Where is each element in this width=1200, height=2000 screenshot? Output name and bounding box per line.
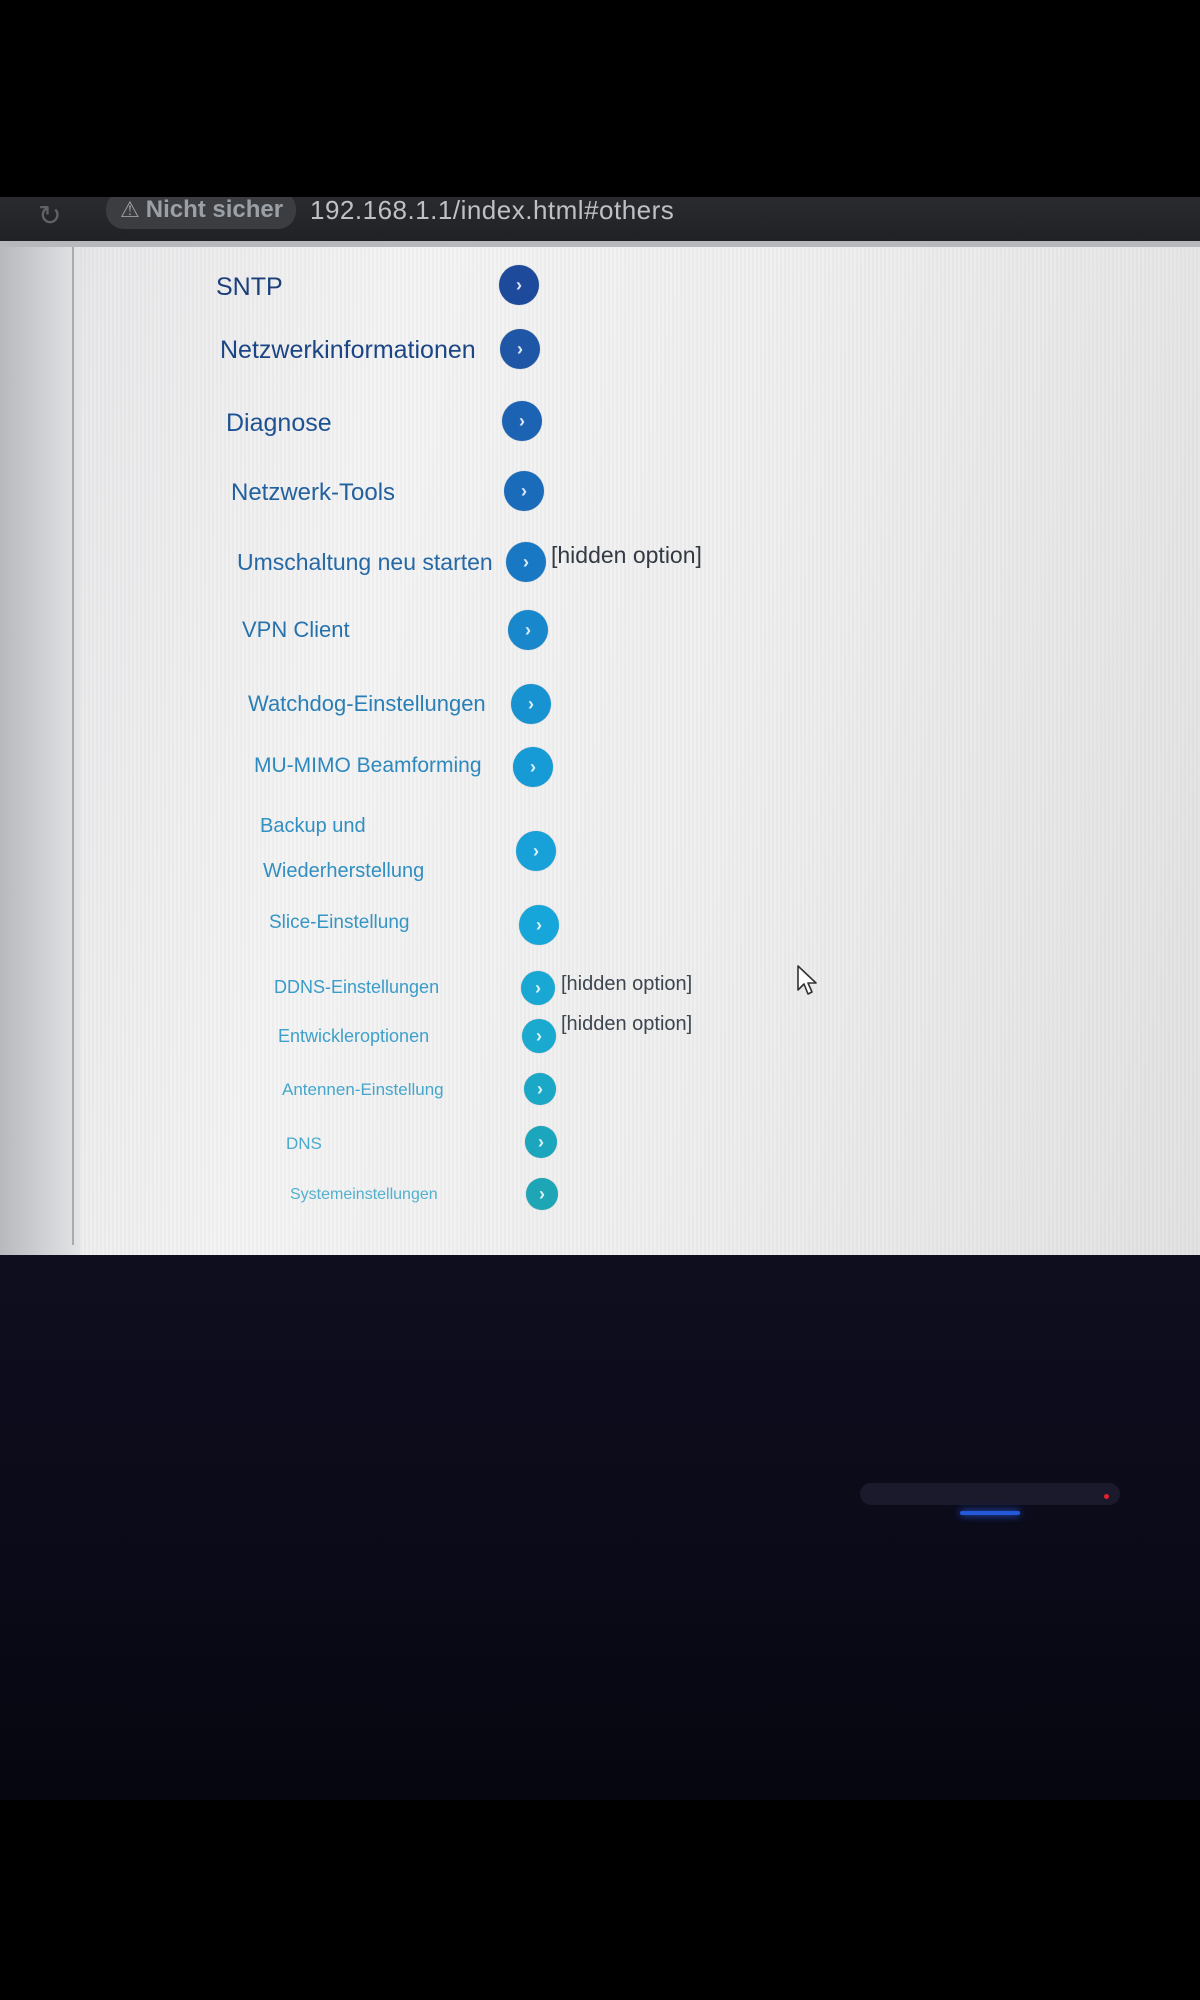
laptop-screen: ↻ ⚠ Nicht sicher 192.168.1.1/index.html#… bbox=[0, 197, 1200, 1255]
menu-item-vpn-client-button[interactable]: › bbox=[508, 610, 548, 650]
menu-item-sntp-label[interactable]: SNTP bbox=[216, 273, 283, 302]
menu-item-watchdog-label[interactable]: Watchdog-Einstellungen bbox=[248, 691, 486, 717]
chevron-right-icon: › bbox=[521, 480, 527, 501]
menu-item-umschaltung-label[interactable]: Umschaltung neu starten bbox=[237, 549, 493, 576]
chevron-right-icon: › bbox=[530, 756, 536, 777]
status-led-strip bbox=[860, 1483, 1120, 1505]
menu-item-slice-label[interactable]: Slice-Einstellung bbox=[269, 912, 409, 934]
chevron-right-icon: › bbox=[517, 338, 523, 359]
chevron-right-icon: › bbox=[539, 1183, 545, 1204]
menu-item-ddns-label[interactable]: DDNS-Einstellungen bbox=[274, 977, 439, 998]
chevron-right-icon: › bbox=[519, 410, 525, 431]
menu-item-diagnose-button[interactable]: › bbox=[502, 401, 542, 441]
left-rail bbox=[0, 197, 80, 1255]
menu-item-antennen-label[interactable]: Antennen-Einstellung bbox=[282, 1080, 444, 1100]
browser-address-bar: ↻ ⚠ Nicht sicher 192.168.1.1/index.html#… bbox=[0, 197, 1200, 241]
laptop-bezel bbox=[0, 1255, 1200, 1800]
menu-item-vpn-client-label[interactable]: VPN Client bbox=[242, 617, 350, 643]
toolbar-divider bbox=[0, 241, 1200, 247]
menu-item-netzwerk-tools-label[interactable]: Netzwerk-Tools bbox=[231, 479, 395, 507]
chevron-right-icon: › bbox=[533, 840, 539, 861]
chevron-right-icon: › bbox=[538, 1131, 544, 1152]
activity-led bbox=[1104, 1494, 1109, 1499]
chevron-right-icon: › bbox=[528, 693, 534, 714]
chevron-right-icon: › bbox=[537, 1078, 543, 1099]
url-field[interactable]: 192.168.1.1/index.html#others bbox=[310, 197, 674, 226]
photo-dark-bottom bbox=[0, 1800, 1200, 2000]
chevron-right-icon: › bbox=[536, 914, 542, 935]
menu-item-netzwerkinformationen-label[interactable]: Netzwerkinformationen bbox=[220, 336, 476, 365]
chevron-right-icon: › bbox=[523, 551, 529, 572]
chevron-right-icon: › bbox=[536, 1025, 542, 1046]
hidden-option-tag: [hidden option] bbox=[561, 1013, 693, 1035]
rail-divider bbox=[72, 245, 74, 1245]
menu-item-antennen-button[interactable]: › bbox=[524, 1073, 556, 1105]
menu-item-mu-mimo-button[interactable]: › bbox=[513, 747, 553, 787]
security-indicator[interactable]: ⚠ Nicht sicher bbox=[106, 197, 296, 229]
menu-item-systemeinstellungen-button[interactable]: › bbox=[526, 1178, 558, 1210]
mouse-cursor-icon bbox=[797, 965, 817, 995]
menu-item-sntp-button[interactable]: › bbox=[499, 265, 539, 305]
menu-item-backup-label-line2[interactable]: Wiederherstellung bbox=[263, 860, 424, 883]
hidden-option-tag: [hidden option] bbox=[561, 973, 693, 995]
power-led bbox=[960, 1511, 1020, 1515]
menu-item-umschaltung-button[interactable]: › bbox=[506, 542, 546, 582]
chevron-right-icon: › bbox=[525, 619, 531, 640]
menu-item-netzwerkinformationen-button[interactable]: › bbox=[500, 329, 540, 369]
menu-item-netzwerk-tools-button[interactable]: › bbox=[504, 471, 544, 511]
chevron-right-icon: › bbox=[516, 274, 522, 295]
menu-item-mu-mimo-label[interactable]: MU-MIMO Beamforming bbox=[254, 754, 482, 778]
menu-item-backup-button[interactable]: › bbox=[516, 831, 556, 871]
menu-item-ddns-button[interactable]: › bbox=[521, 971, 555, 1005]
menu-item-watchdog-button[interactable]: › bbox=[511, 684, 551, 724]
menu-item-slice-button[interactable]: › bbox=[519, 905, 559, 945]
security-label: Nicht sicher bbox=[145, 197, 284, 223]
menu-item-backup-label-line1[interactable]: Backup und bbox=[260, 815, 366, 838]
photo-dark-top bbox=[0, 0, 1200, 200]
menu-item-entwickleroptionen-button[interactable]: › bbox=[522, 1019, 556, 1053]
menu-item-dns-label[interactable]: DNS bbox=[286, 1134, 322, 1154]
chevron-right-icon: › bbox=[535, 977, 541, 998]
menu-item-dns-button[interactable]: › bbox=[525, 1126, 557, 1158]
menu-item-entwickleroptionen-label[interactable]: Entwickleroptionen bbox=[278, 1026, 429, 1047]
menu-item-systemeinstellungen-label[interactable]: Systemeinstellungen bbox=[290, 1186, 438, 1204]
reload-icon[interactable]: ↻ bbox=[38, 199, 61, 232]
hidden-option-tag: [hidden option] bbox=[551, 542, 702, 568]
menu-item-diagnose-label[interactable]: Diagnose bbox=[226, 409, 332, 438]
warning-icon: ⚠ bbox=[120, 197, 140, 222]
